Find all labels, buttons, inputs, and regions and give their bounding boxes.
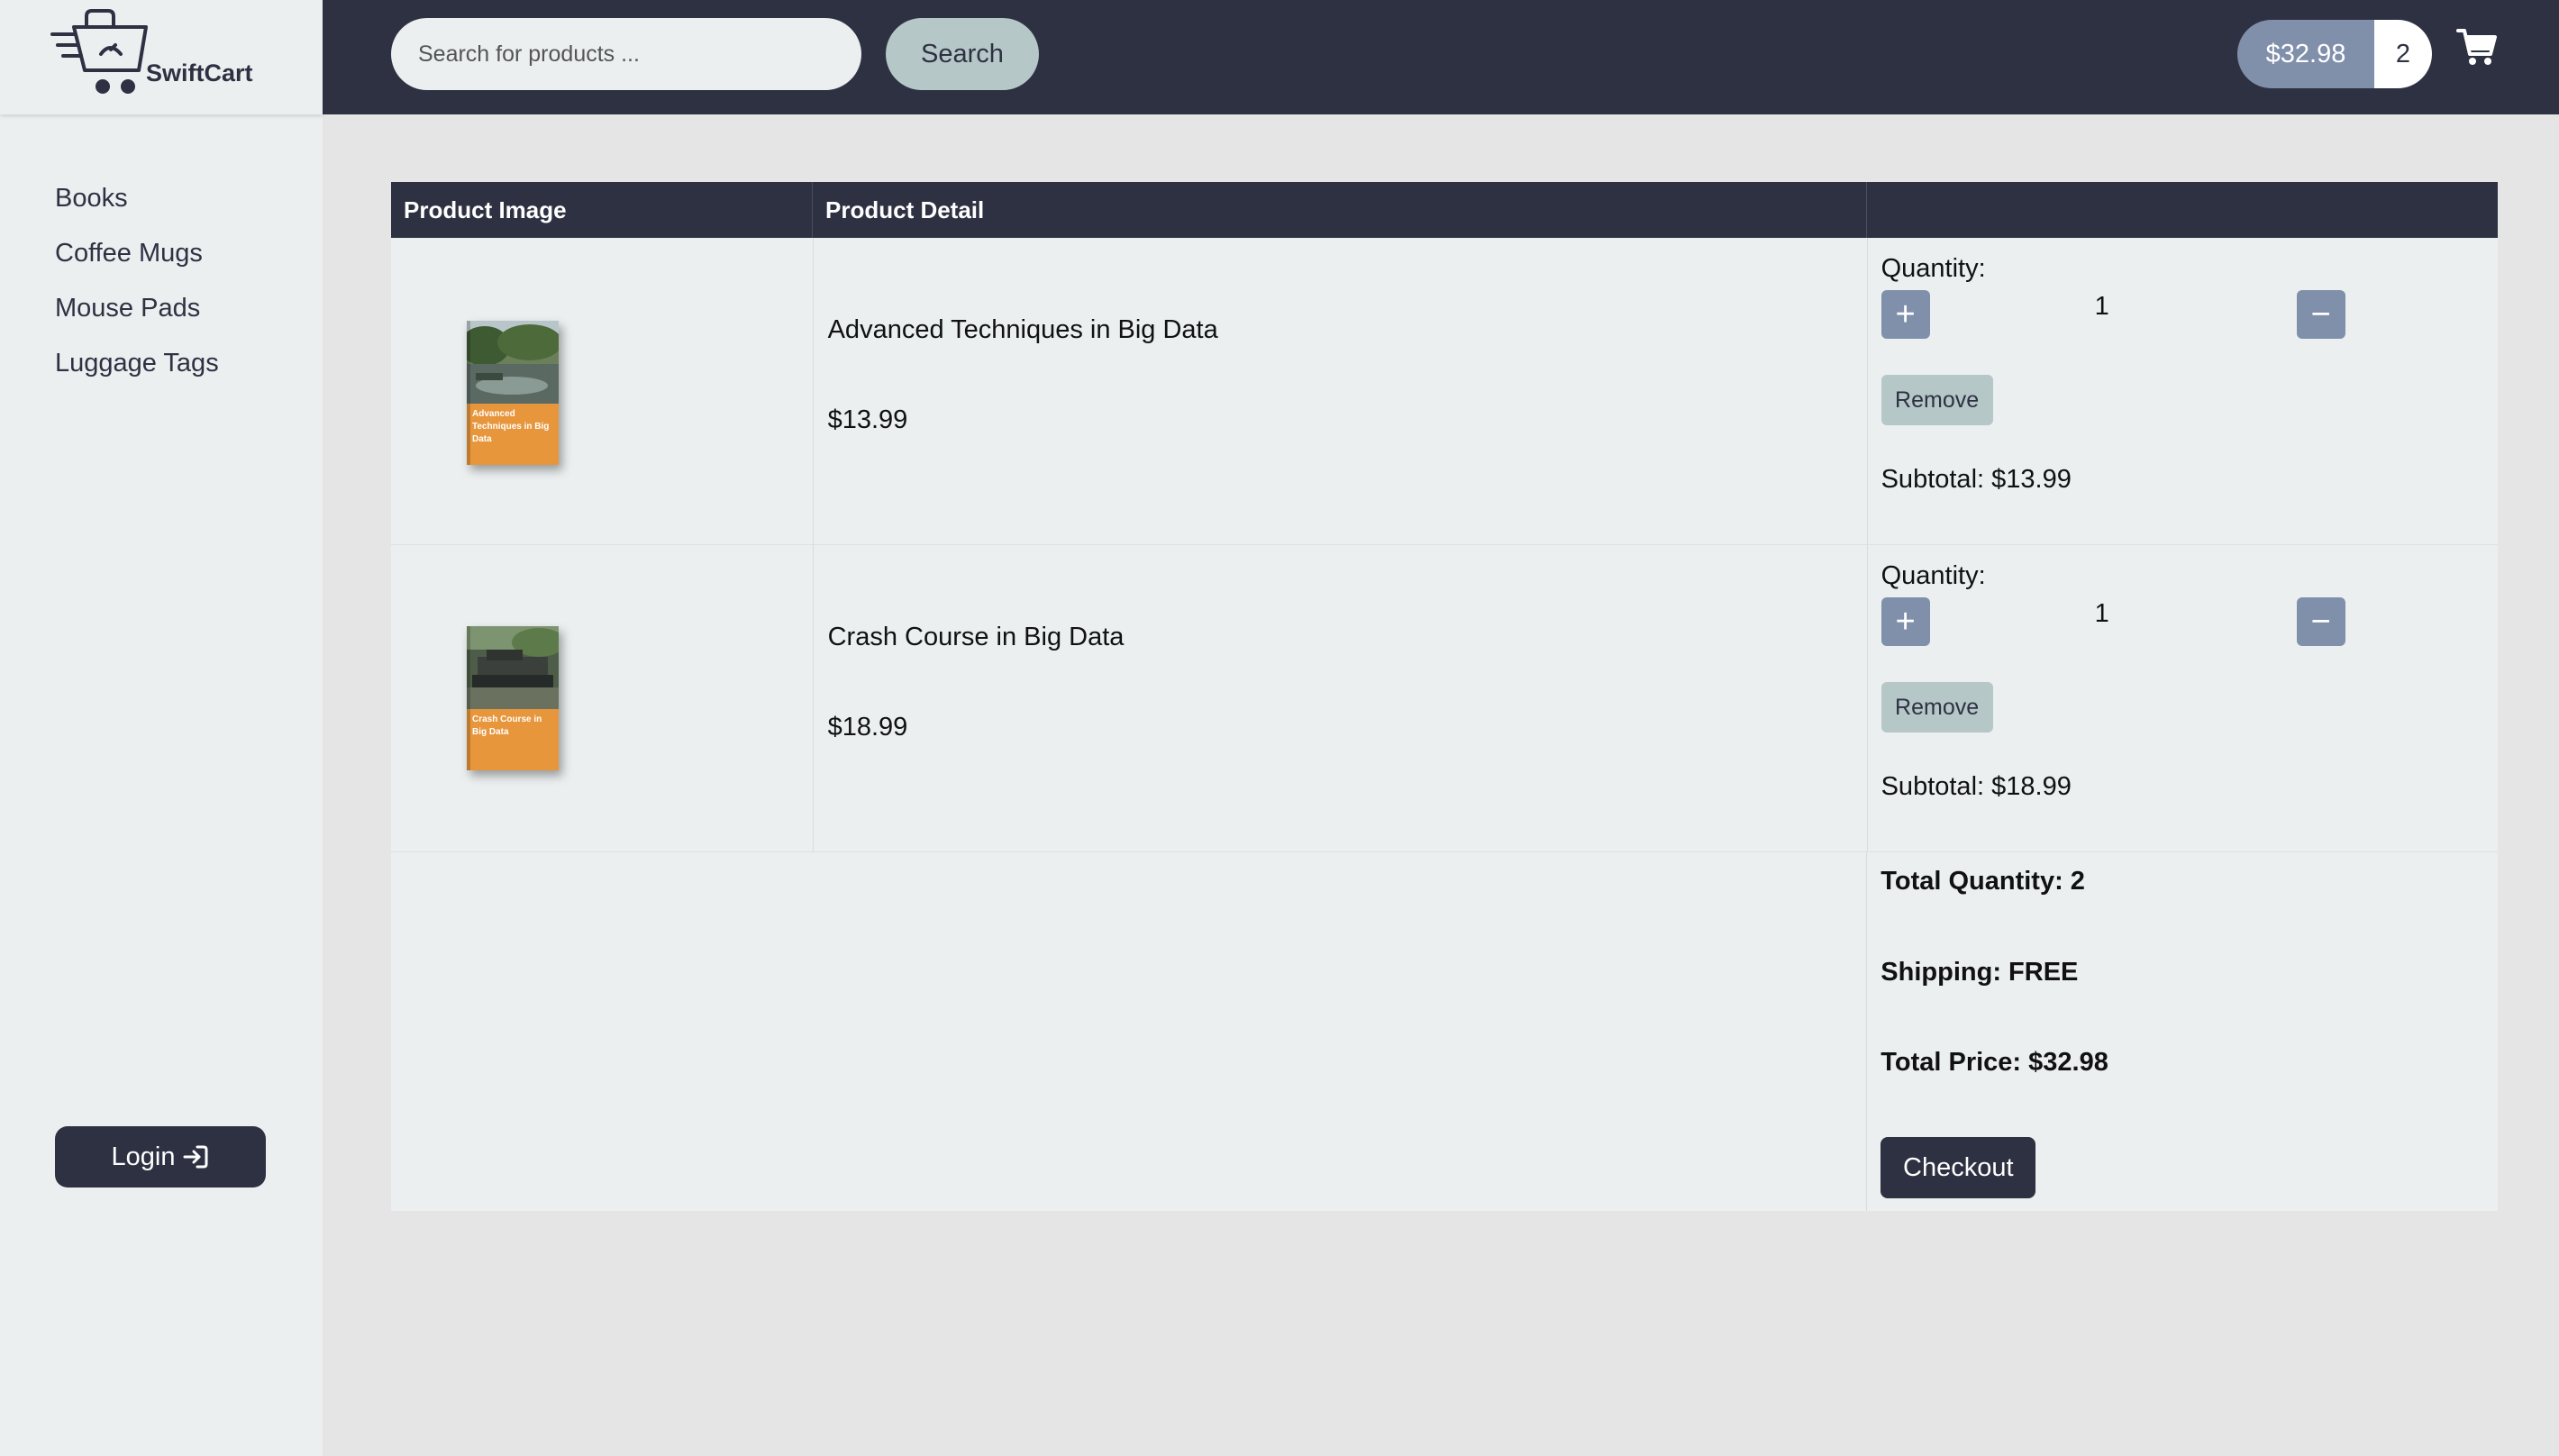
increase-quantity-button[interactable]: +	[1881, 290, 1930, 339]
cart-table: Product Image Product Detail Advanced Te…	[391, 182, 2498, 1211]
shopping-cart-icon[interactable]	[2456, 27, 2498, 67]
login-label: Login	[111, 1142, 176, 1171]
product-name: Crash Course in Big Data	[827, 623, 1125, 651]
header: Search $32.98 2	[323, 0, 2559, 114]
plus-icon: +	[1895, 603, 1916, 641]
product-detail-cell: Advanced Techniques in Big Data $13.99	[814, 238, 1868, 544]
subtotal: Subtotal: $13.99	[1881, 465, 2072, 494]
order-summary: Total Quantity: 2 Shipping: FREE Total P…	[1867, 852, 2498, 1211]
search-button[interactable]: Search	[886, 18, 1039, 90]
total-quantity: Total Quantity: 2	[1881, 867, 2085, 896]
brand-name: SwiftCart	[146, 59, 253, 86]
product-price: $13.99	[827, 405, 908, 434]
subtotal: Subtotal: $18.99	[1881, 772, 2072, 801]
quantity-value: 1	[2094, 292, 2109, 321]
shopping-cart-logo-icon	[50, 9, 148, 94]
cover-photo	[467, 626, 559, 709]
column-header-product-image: Product Image	[391, 182, 813, 238]
sidebar-item-books[interactable]: Books	[55, 184, 128, 214]
quantity-value: 1	[2094, 599, 2109, 628]
minus-icon: −	[2310, 296, 2331, 333]
quantity-label: Quantity:	[1881, 561, 1986, 590]
search-input[interactable]	[391, 18, 861, 90]
product-image-cell: Advanced Techniques in Big Data	[391, 238, 814, 544]
summary-empty-cell	[391, 852, 813, 1211]
sidebar-item-coffee-mugs[interactable]: Coffee Mugs	[55, 239, 203, 268]
sidebar-item-mouse-pads[interactable]: Mouse Pads	[55, 294, 200, 323]
cover-title: Advanced Techniques in Big Data	[472, 409, 550, 444]
cart-count-badge: 2	[2374, 20, 2432, 88]
column-header-actions	[1867, 182, 2498, 238]
product-price: $18.99	[827, 713, 908, 742]
summary-spacer-cell	[813, 852, 1868, 1211]
cart-summary[interactable]: $32.98 2	[2237, 20, 2432, 88]
product-name: Advanced Techniques in Big Data	[827, 315, 1218, 344]
table-row: Advanced Techniques in Big Data Advanced…	[391, 238, 2498, 545]
cover-title: Crash Course in Big Data	[472, 714, 542, 737]
cart-summary-row: Total Quantity: 2 Shipping: FREE Total P…	[391, 852, 2498, 1211]
quantity-cell: Quantity: + 1 − Remove Subtotal: $18.99	[1868, 545, 2498, 851]
cart-total: $32.98	[2237, 20, 2374, 88]
table-row: Crash Course in Big Data Crash Course in…	[391, 545, 2498, 852]
remove-button[interactable]: Remove	[1881, 375, 1993, 425]
product-detail-cell: Crash Course in Big Data $18.99	[814, 545, 1868, 851]
decrease-quantity-button[interactable]: −	[2296, 597, 2345, 646]
shipping-info: Shipping: FREE	[1881, 958, 2079, 987]
remove-button[interactable]: Remove	[1881, 682, 1993, 733]
sign-in-icon	[183, 1145, 208, 1169]
product-image[interactable]: Advanced Techniques in Big Data	[467, 321, 559, 465]
increase-quantity-button[interactable]: +	[1881, 597, 1930, 646]
table-header: Product Image Product Detail	[391, 182, 2498, 238]
quantity-label: Quantity:	[1881, 254, 1986, 283]
product-image[interactable]: Crash Course in Big Data	[467, 626, 559, 770]
sidebar: SwiftCart Books Coffee Mugs Mouse Pads L…	[0, 0, 323, 1456]
cover-photo	[467, 321, 559, 404]
minus-icon: −	[2310, 603, 2331, 641]
total-price: Total Price: $32.98	[1881, 1048, 2108, 1077]
product-image-cell: Crash Course in Big Data	[391, 545, 814, 851]
login-button[interactable]: Login	[55, 1126, 266, 1188]
logo[interactable]: SwiftCart	[0, 0, 323, 114]
sidebar-item-luggage-tags[interactable]: Luggage Tags	[55, 349, 219, 378]
checkout-button[interactable]: Checkout	[1881, 1137, 2036, 1198]
plus-icon: +	[1895, 296, 1916, 333]
quantity-cell: Quantity: + 1 − Remove Subtotal: $13.99	[1868, 238, 2498, 544]
column-header-product-detail: Product Detail	[813, 182, 1867, 238]
decrease-quantity-button[interactable]: −	[2296, 290, 2345, 339]
